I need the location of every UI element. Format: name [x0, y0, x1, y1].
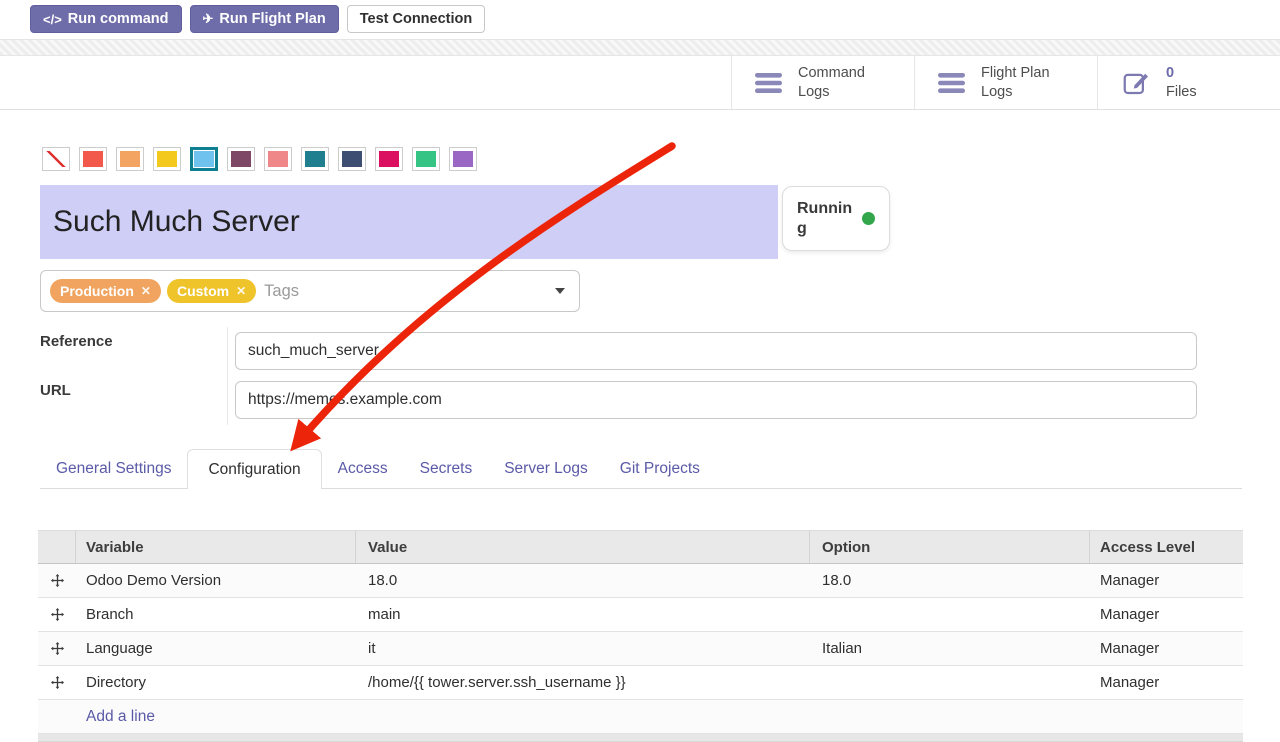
tag-label: Production [60, 283, 134, 299]
files-count: 0 [1166, 64, 1197, 82]
flight-plan-logs-stat-button[interactable]: Flight Plan Logs [914, 56, 1097, 109]
cell-access-level[interactable]: Manager [1090, 564, 1243, 597]
texture-divider [0, 39, 1280, 56]
column-header-option: Option [810, 531, 1090, 563]
color-swatch-yellow[interactable] [153, 147, 181, 171]
test-connection-button[interactable]: Test Connection [347, 5, 486, 33]
table-row[interactable]: Odoo Demo Version 18.0 18.0 Manager [38, 564, 1243, 598]
app-window: </> Run command ✈ Run Flight Plan Test C… [0, 0, 1280, 742]
status-label: Running [797, 199, 855, 239]
notebook-tabs: General SettingsConfigurationAccessSecre… [40, 449, 1242, 489]
color-swatch-green[interactable] [412, 147, 440, 171]
tab-configuration[interactable]: Configuration [187, 449, 321, 489]
tags-input[interactable]: Production ✕ Custom ✕ Tags [40, 270, 580, 312]
run-command-label: Run command [68, 11, 169, 27]
cell-option[interactable]: 18.0 [810, 564, 1090, 597]
stat-line2: Logs [798, 83, 865, 101]
color-swatch-red[interactable] [79, 147, 107, 171]
code-icon: </> [43, 12, 62, 27]
tab-general-settings[interactable]: General Settings [40, 449, 187, 488]
cell-variable[interactable]: Odoo Demo Version [76, 564, 356, 597]
color-swatch-no-color[interactable] [42, 147, 70, 171]
color-swatch-teal[interactable] [301, 147, 329, 171]
tag-pill: Production ✕ [50, 279, 161, 303]
stat-line2: Files [1166, 83, 1197, 101]
cell-access-level[interactable]: Manager [1090, 632, 1243, 665]
stat-line1: Flight Plan [981, 64, 1050, 82]
color-swatch-light-blue[interactable] [190, 147, 218, 171]
color-swatch-dark-blue[interactable] [338, 147, 366, 171]
tag-pill: Custom ✕ [167, 279, 256, 303]
tag-label: Custom [177, 283, 229, 299]
color-swatch-raspberry[interactable] [375, 147, 403, 171]
plane-icon: ✈ [203, 11, 214, 27]
url-input[interactable] [235, 381, 1197, 419]
color-swatch-salmon-pink[interactable] [264, 147, 292, 171]
cell-value[interactable]: 18.0 [356, 564, 810, 597]
run-flight-plan-label: Run Flight Plan [219, 11, 325, 27]
top-action-bar: </> Run command ✈ Run Flight Plan Test C… [30, 5, 485, 33]
table-body: Odoo Demo Version 18.0 18.0 Manager Bran… [38, 564, 1243, 734]
status-dot-icon [862, 212, 875, 225]
table-footer-bar [38, 734, 1243, 742]
cell-access-level[interactable]: Manager [1090, 666, 1243, 699]
handle-column-header [38, 531, 76, 563]
table-header-row: Variable Value Option Access Level [38, 530, 1243, 564]
tab-secrets[interactable]: Secrets [404, 449, 489, 488]
drag-handle-icon[interactable] [50, 573, 65, 588]
color-swatch-dark-purple[interactable] [227, 147, 255, 171]
drag-handle-icon[interactable] [50, 675, 65, 690]
reference-input[interactable] [235, 332, 1197, 370]
form-header: Command Logs Flight Plan Logs 0 Files [0, 56, 1280, 110]
column-header-access-level: Access Level [1090, 531, 1243, 563]
tag-remove-icon[interactable]: ✕ [141, 284, 151, 298]
tab-access[interactable]: Access [322, 449, 404, 488]
tag-remove-icon[interactable]: ✕ [236, 284, 246, 298]
cell-variable[interactable]: Language [76, 632, 356, 665]
command-logs-stat-button[interactable]: Command Logs [731, 56, 914, 109]
color-palette [42, 147, 477, 171]
tags-placeholder: Tags [264, 282, 299, 301]
field-column-divider [227, 327, 228, 425]
tag-pills: Production ✕ Custom ✕ [50, 279, 256, 303]
files-stat-button[interactable]: 0 Files [1097, 56, 1280, 109]
tab-git-projects[interactable]: Git Projects [604, 449, 716, 488]
cell-variable[interactable]: Directory [76, 666, 356, 699]
chevron-down-icon[interactable] [555, 288, 565, 294]
table-row[interactable]: Language it Italian Manager [38, 632, 1243, 666]
list-icon [754, 71, 784, 95]
stat-line1: Command [798, 64, 865, 82]
cell-variable[interactable]: Branch [76, 598, 356, 631]
stat-line2: Logs [981, 83, 1050, 101]
configuration-table: Variable Value Option Access Level Odoo … [38, 530, 1243, 742]
run-flight-plan-button[interactable]: ✈ Run Flight Plan [190, 5, 339, 33]
color-swatch-orange[interactable] [116, 147, 144, 171]
add-a-line-link[interactable]: Add a line [38, 708, 155, 726]
cell-access-level[interactable]: Manager [1090, 598, 1243, 631]
drag-handle-icon[interactable] [50, 641, 65, 656]
reference-label: Reference [40, 333, 113, 350]
cell-value[interactable]: it [356, 632, 810, 665]
list-icon [937, 71, 967, 95]
edit-icon [1120, 68, 1152, 98]
status-ribbon: Running [782, 186, 890, 251]
record-title-field[interactable]: Such Much Server [40, 185, 778, 259]
page-title: Such Much Server [53, 205, 300, 239]
color-swatch-purple[interactable] [449, 147, 477, 171]
test-connection-label: Test Connection [360, 11, 473, 27]
run-command-button[interactable]: </> Run command [30, 5, 182, 33]
column-header-value: Value [356, 531, 810, 563]
add-line-row: Add a line [38, 700, 1243, 734]
cell-option[interactable] [810, 598, 1090, 631]
column-header-variable: Variable [76, 531, 356, 563]
cell-option[interactable] [810, 666, 1090, 699]
url-label: URL [40, 382, 71, 399]
table-row[interactable]: Directory /home/{{ tower.server.ssh_user… [38, 666, 1243, 700]
table-row[interactable]: Branch main Manager [38, 598, 1243, 632]
cell-value[interactable]: main [356, 598, 810, 631]
cell-option[interactable]: Italian [810, 632, 1090, 665]
drag-handle-icon[interactable] [50, 607, 65, 622]
cell-value[interactable]: /home/{{ tower.server.ssh_username }} [356, 666, 810, 699]
tab-server-logs[interactable]: Server Logs [488, 449, 604, 488]
